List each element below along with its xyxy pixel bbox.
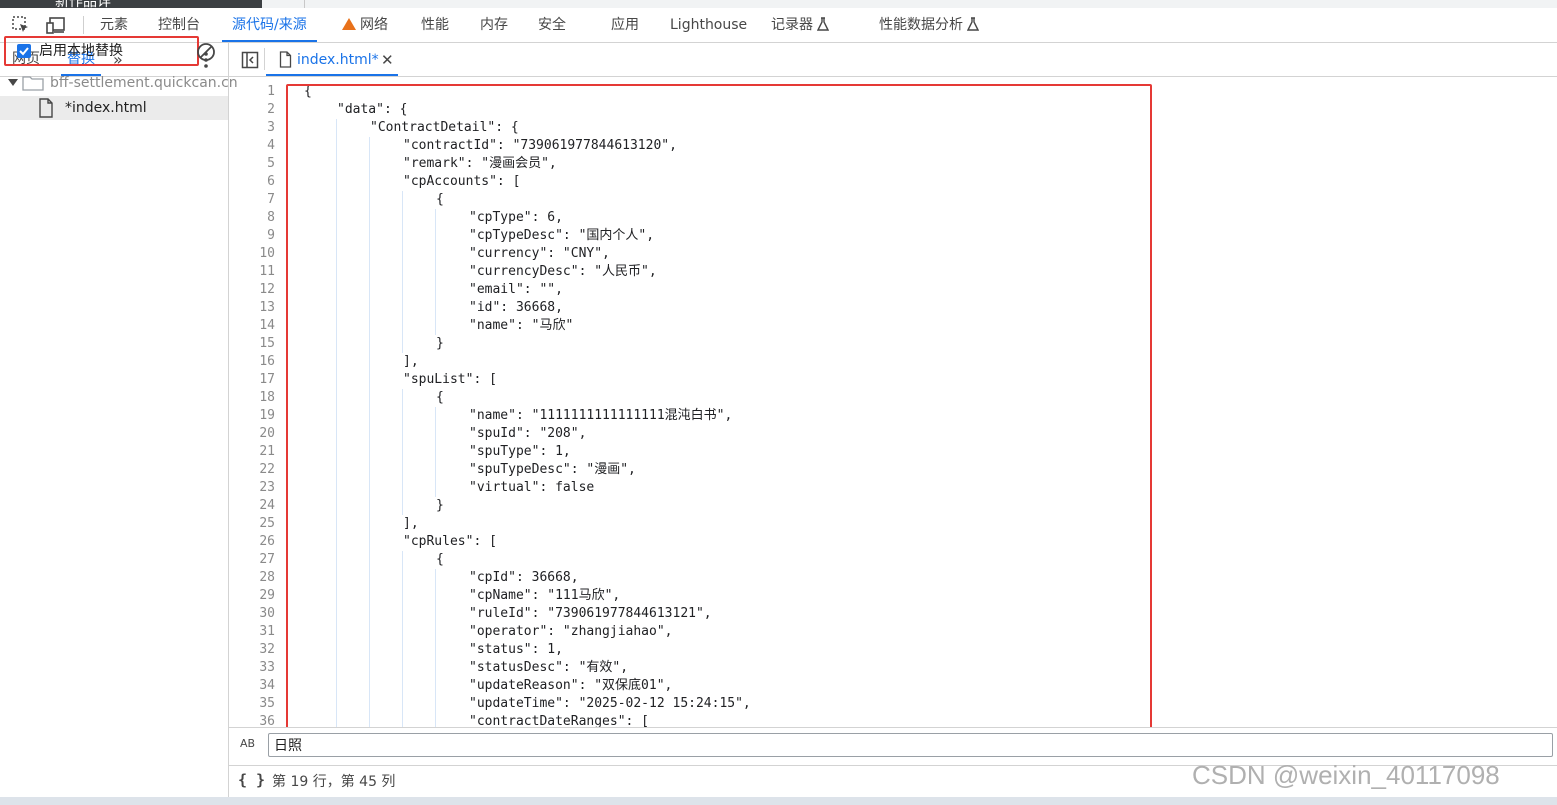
divider	[304, 0, 305, 8]
line-number: 30	[259, 606, 275, 621]
expand-arrow-icon[interactable]	[8, 79, 18, 86]
line-number: 18	[259, 390, 275, 405]
tab-lighthouse[interactable]: Lighthouse	[670, 8, 747, 42]
tab-sources[interactable]: 源代码/来源	[222, 8, 317, 42]
close-icon[interactable]: ✕	[381, 50, 394, 70]
tree-folder-label[interactable]: bff-settlement.quickcan.cn	[50, 73, 238, 93]
window-top-strip: 新作品详	[0, 0, 1557, 8]
editor-tabbar	[229, 43, 1557, 77]
flask-icon	[817, 17, 829, 31]
highlight-box	[286, 84, 1152, 757]
line-number: 21	[259, 444, 275, 459]
line-number: 28	[259, 570, 275, 585]
line-number: 15	[259, 336, 275, 351]
line-number: 9	[267, 228, 275, 243]
line-number: 22	[259, 462, 275, 477]
line-number: 10	[259, 246, 275, 261]
file-icon	[39, 98, 53, 118]
page-title-fragment: 新作品详	[55, 0, 111, 8]
tab-performance-insights[interactable]: 性能数据分析	[879, 8, 979, 42]
bottom-strip	[0, 797, 1557, 805]
line-number: 17	[259, 372, 275, 387]
divider	[83, 16, 84, 34]
toggle-navigator-icon[interactable]	[241, 51, 259, 69]
cursor-position: 第 19 行，第 45 列	[272, 774, 396, 790]
line-number: 5	[267, 156, 275, 171]
clear-overrides-icon[interactable]	[196, 42, 216, 62]
line-number: 32	[259, 642, 275, 657]
tab-network[interactable]: 网络	[342, 8, 388, 42]
watermark: CSDN @weixin_40117098	[1192, 760, 1500, 790]
pretty-print-icon[interactable]: { }	[238, 771, 265, 789]
line-number: 34	[259, 678, 275, 693]
devtools-main-tabbar: 元素 控制台 源代码/来源 网络 性能 内存 安全 应用 Lighthouse …	[0, 8, 1557, 43]
tree-file-label[interactable]: *index.html	[65, 98, 147, 118]
line-number: 31	[259, 624, 275, 639]
editor-file-tab-label[interactable]: index.html*	[297, 50, 379, 70]
line-number: 36	[259, 714, 275, 727]
divider	[264, 48, 265, 70]
line-number: 1	[267, 84, 275, 99]
tab-security[interactable]: 安全	[538, 8, 566, 42]
line-number: 27	[259, 552, 275, 567]
line-number: 12	[259, 282, 275, 297]
flask-icon	[967, 17, 979, 31]
match-case-icon[interactable]: AB	[240, 737, 255, 750]
page-title-strip: 新作品详	[0, 0, 262, 8]
warning-icon	[342, 18, 356, 30]
tab-performance[interactable]: 性能	[421, 8, 449, 42]
line-number: 16	[259, 354, 275, 369]
line-number: 19	[259, 408, 275, 423]
line-number: 35	[259, 696, 275, 711]
line-number: 33	[259, 660, 275, 675]
line-number: 3	[267, 120, 275, 135]
line-number: 26	[259, 534, 275, 549]
line-number: 20	[259, 426, 275, 441]
line-number: 2	[267, 102, 275, 117]
line-number: 24	[259, 498, 275, 513]
line-number: 25	[259, 516, 275, 531]
tab-memory[interactable]: 内存	[480, 8, 508, 42]
line-number: 8	[267, 210, 275, 225]
line-number: 6	[267, 174, 275, 189]
line-number: 7	[267, 192, 275, 207]
tab-application[interactable]: 应用	[611, 8, 639, 42]
line-number: 11	[259, 264, 275, 279]
tab-recorder[interactable]: 记录器	[771, 8, 829, 42]
file-icon	[279, 51, 292, 68]
line-number: 23	[259, 480, 275, 495]
sources-navigator: 网页 替换 »	[0, 43, 229, 797]
highlight-box	[4, 36, 199, 66]
line-number: 14	[259, 318, 275, 333]
folder-icon	[22, 76, 44, 91]
line-number: 29	[259, 588, 275, 603]
line-number: 13	[259, 300, 275, 315]
search-input[interactable]	[268, 733, 1553, 757]
line-number: 4	[267, 138, 275, 153]
